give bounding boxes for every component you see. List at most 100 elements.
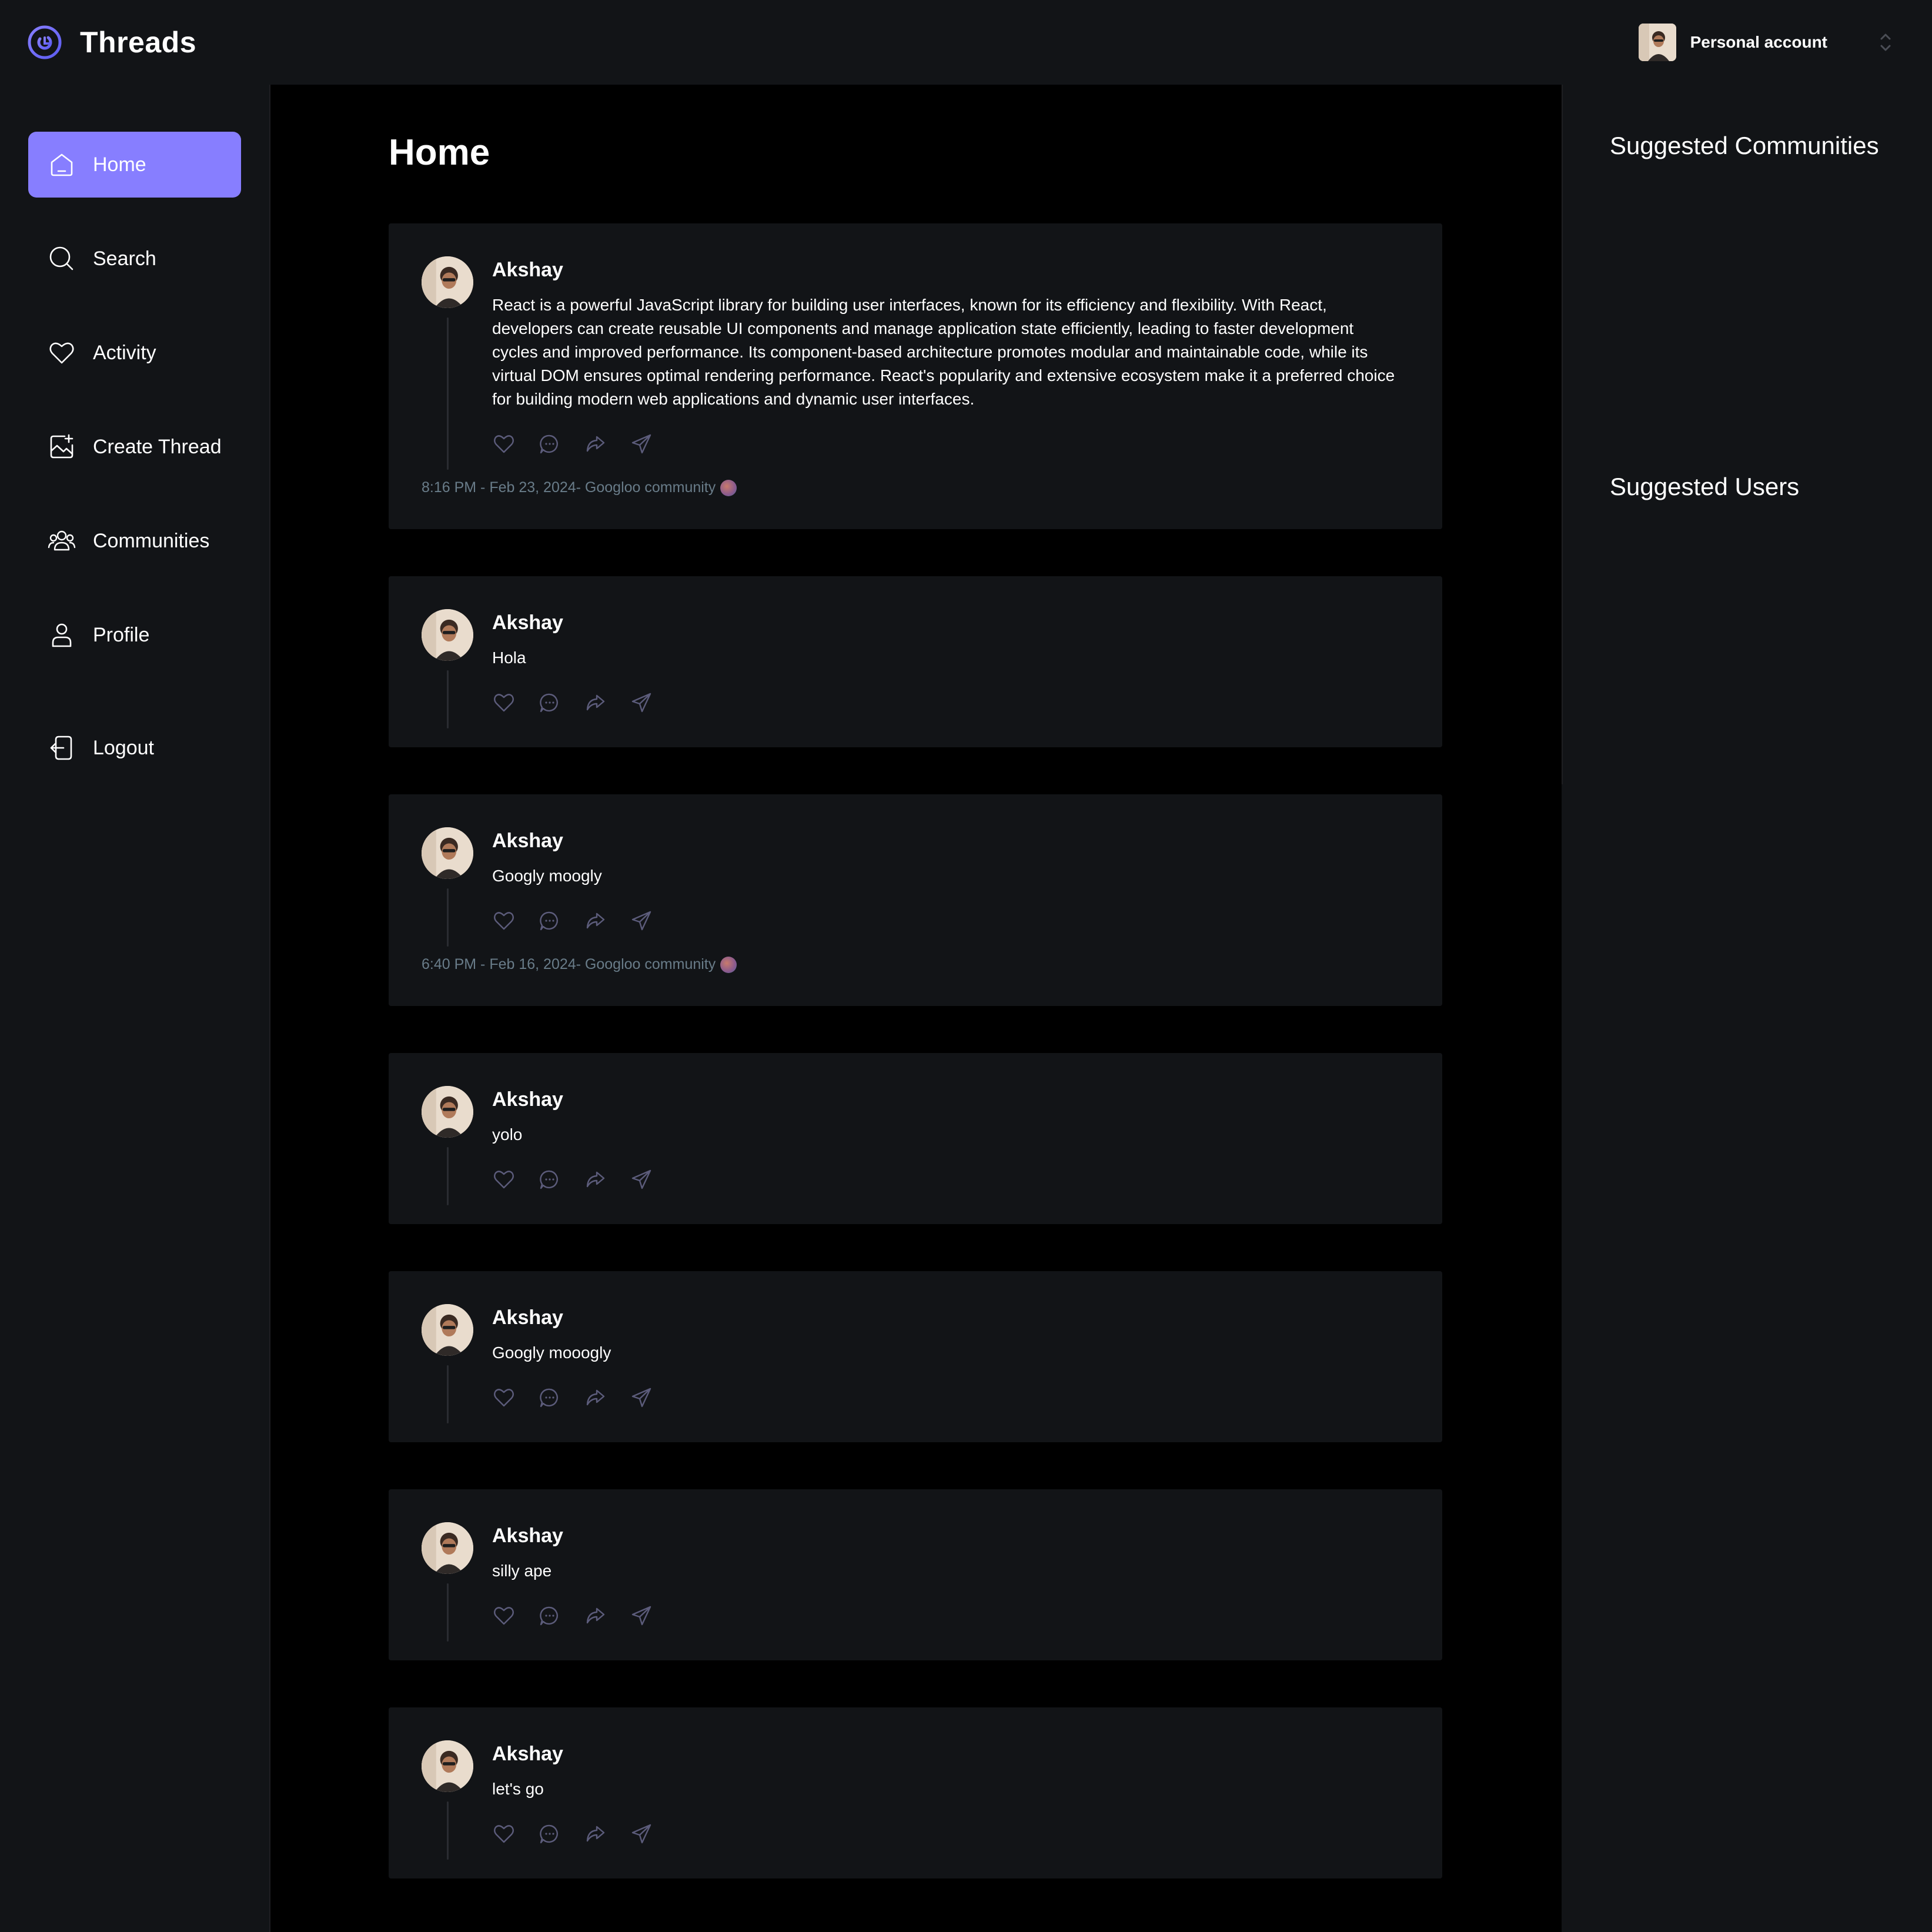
person-photo-icon	[422, 1740, 473, 1792]
heart-icon[interactable]	[492, 1822, 516, 1846]
reply-icon[interactable]	[538, 1168, 561, 1191]
heart-icon[interactable]	[492, 909, 516, 932]
repost-icon[interactable]	[584, 909, 607, 932]
heart-icon[interactable]	[492, 1168, 516, 1191]
author-name[interactable]: Akshay	[492, 1306, 1409, 1329]
share-icon[interactable]	[630, 1604, 653, 1627]
heart-icon	[49, 342, 74, 364]
author-avatar[interactable]	[422, 827, 473, 879]
thread-card: Akshay silly ape	[389, 1489, 1442, 1660]
thread-line	[446, 1583, 449, 1642]
right-sidebar: Suggested Communities Suggested Users	[1562, 85, 1932, 1932]
threads-logo-icon	[28, 25, 62, 59]
thread-actions	[492, 1604, 1409, 1627]
author-name[interactable]: Akshay	[492, 1088, 1409, 1111]
author-avatar[interactable]	[422, 1304, 473, 1356]
author-name[interactable]: Akshay	[492, 259, 1409, 282]
author-avatar[interactable]	[422, 1740, 473, 1792]
person-photo-icon	[422, 1304, 473, 1356]
sidebar-item-search[interactable]: Search	[28, 226, 241, 292]
thread-card: Akshay React is a powerful JavaScript li…	[389, 223, 1442, 529]
author-avatar[interactable]	[422, 1522, 473, 1574]
thread-text: let's go	[492, 1780, 544, 1798]
share-icon[interactable]	[630, 432, 653, 456]
thread-feed: Akshay React is a powerful JavaScript li…	[389, 223, 1442, 1926]
share-icon[interactable]	[630, 691, 653, 714]
sidebar-item-label: Activity	[93, 341, 156, 364]
person-photo-icon	[1638, 24, 1676, 61]
thread-text: yolo	[492, 1125, 523, 1144]
thread-line	[446, 888, 449, 947]
author-name[interactable]: Akshay	[492, 1525, 1409, 1547]
repost-icon[interactable]	[584, 1386, 607, 1409]
thread-actions	[492, 691, 1409, 714]
share-icon[interactable]	[630, 1386, 653, 1409]
sidebar-item-label: Home	[93, 153, 146, 176]
sidebar-item-label: Communities	[93, 529, 210, 552]
thread-actions	[492, 909, 1409, 932]
thread-text: silly ape	[492, 1562, 552, 1580]
reply-icon[interactable]	[538, 909, 561, 932]
chevron-updown-icon[interactable]	[1877, 31, 1894, 54]
author-avatar[interactable]	[422, 609, 473, 661]
reply-icon[interactable]	[538, 1822, 561, 1846]
share-icon[interactable]	[630, 1822, 653, 1846]
repost-icon[interactable]	[584, 691, 607, 714]
author-name[interactable]: Akshay	[492, 611, 1409, 634]
thread-meta[interactable]: 6:40 PM - Feb 16, 2024- Googloo communit…	[422, 956, 1409, 973]
reply-icon[interactable]	[538, 1604, 561, 1627]
sidebar-item-label: Profile	[93, 623, 150, 646]
sidebar-item-label: Create Thread	[93, 435, 222, 458]
sidebar-item-home[interactable]: Home	[28, 132, 241, 198]
home-icon	[51, 153, 73, 176]
author-avatar[interactable]	[422, 1086, 473, 1138]
thread-meta[interactable]: 8:16 PM - Feb 23, 2024- Googloo communit…	[422, 479, 1409, 496]
sidebar-item-communities[interactable]: Communities	[28, 508, 241, 574]
repost-icon[interactable]	[584, 1168, 607, 1191]
heart-icon[interactable]	[492, 1604, 516, 1627]
user-icon	[52, 623, 72, 647]
main-content: Home Akshay React is a powerful JavaScri…	[270, 85, 1562, 1932]
person-photo-icon	[422, 827, 473, 879]
account-switcher[interactable]: Personal account	[1638, 24, 1894, 61]
person-photo-icon	[422, 1522, 473, 1574]
sidebar-item-activity[interactable]: Activity	[28, 320, 241, 386]
divider	[1562, 85, 1563, 784]
author-name[interactable]: Akshay	[492, 830, 1409, 853]
account-label: Personal account	[1690, 33, 1827, 51]
thread-actions	[492, 1822, 1409, 1846]
thread-meta-text: 8:16 PM - Feb 23, 2024- Googloo communit…	[422, 479, 716, 496]
search-icon	[49, 246, 73, 270]
author-name[interactable]: Akshay	[492, 1743, 1409, 1766]
logout-button[interactable]: Logout	[28, 715, 241, 781]
left-sidebar: Home Search Activity Create Thread Commu…	[0, 85, 270, 1932]
repost-icon[interactable]	[584, 1604, 607, 1627]
thread-line	[446, 1801, 449, 1860]
thread-text: Googly mooogly	[492, 1343, 611, 1362]
reply-icon[interactable]	[538, 432, 561, 456]
person-photo-icon	[422, 1086, 473, 1138]
thread-line	[446, 670, 449, 728]
heart-icon[interactable]	[492, 1386, 516, 1409]
thread-text: Hola	[492, 649, 526, 667]
thread-text: React is a powerful JavaScript library f…	[492, 296, 1395, 408]
sidebar-item-create-thread[interactable]: Create Thread	[28, 414, 241, 480]
repost-icon[interactable]	[584, 432, 607, 456]
share-icon[interactable]	[630, 1168, 653, 1191]
thread-card: Akshay let's go	[389, 1707, 1442, 1878]
heart-icon[interactable]	[492, 432, 516, 456]
repost-icon[interactable]	[584, 1822, 607, 1846]
community-avatar	[720, 956, 737, 973]
heart-icon[interactable]	[492, 691, 516, 714]
thread-meta-text: 6:40 PM - Feb 16, 2024- Googloo communit…	[422, 956, 716, 972]
brand[interactable]: Threads	[27, 25, 196, 60]
author-avatar[interactable]	[422, 256, 473, 308]
share-icon[interactable]	[630, 909, 653, 932]
person-photo-icon	[422, 609, 473, 661]
logout-icon	[50, 736, 72, 760]
reply-icon[interactable]	[538, 691, 561, 714]
reply-icon[interactable]	[538, 1386, 561, 1409]
thread-card: Akshay yolo	[389, 1053, 1442, 1224]
sidebar-item-profile[interactable]: Profile	[28, 602, 241, 668]
account-avatar	[1638, 24, 1676, 61]
